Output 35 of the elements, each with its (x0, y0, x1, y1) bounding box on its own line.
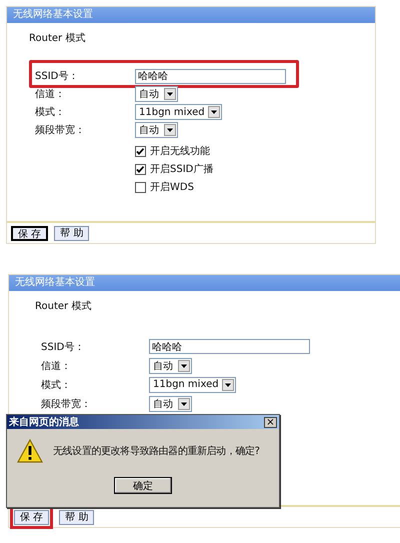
checkbox[interactable] (135, 182, 146, 192)
ssid-field[interactable]: 哈哈哈 (149, 339, 310, 354)
ok-button[interactable]: 确定 (114, 477, 172, 494)
form-button[interactable]: 帮 助 (54, 226, 90, 240)
close-button[interactable]: × (264, 416, 277, 428)
dropdown[interactable]: 自动 (135, 86, 178, 102)
panel-title: 无线网络基本设置 (13, 9, 93, 20)
panel-title: 无线网络基本设置 (15, 277, 95, 288)
warning-icon (17, 439, 43, 463)
dropdown[interactable]: 自动 (149, 396, 192, 412)
dropdown[interactable]: 11bgn mixed (149, 376, 236, 392)
checkbox-label: 开启无线功能 (150, 144, 210, 158)
field-label: 模式： (34, 106, 66, 119)
field-label: 频段带宽： (34, 124, 86, 137)
form-button[interactable]: 帮 助 (59, 510, 94, 524)
dropdown[interactable]: 11bgn mixed (135, 104, 222, 120)
form-button[interactable]: 保 存 (14, 510, 50, 524)
checkbox-label: 开启SSID广播 (150, 162, 214, 176)
dialog-message: 无线设置的更改将导致路由器的重新启动，确定? (53, 444, 260, 458)
field-label: 频段带宽： (40, 398, 92, 410)
field-label: 模式： (40, 378, 72, 392)
dialog-title: 来自网页的消息 (9, 416, 79, 429)
field-label: 信道： (40, 360, 72, 372)
dropdown[interactable]: 自动 (149, 358, 192, 374)
field-label: 信道： (34, 88, 66, 101)
checkbox-label: 开启WDS (150, 180, 194, 194)
field-label: SSID号： (40, 340, 86, 354)
checkbox[interactable] (135, 164, 146, 174)
form-button[interactable]: 保 存 (11, 226, 48, 240)
mode-label: Router 模式 (35, 300, 92, 313)
checkbox[interactable] (135, 146, 146, 156)
ssid-field[interactable]: 哈哈哈 (135, 68, 286, 84)
field-label: SSID号： (34, 70, 80, 83)
dropdown[interactable]: 自动 (135, 122, 178, 138)
mode-label: Router 模式 (29, 32, 86, 45)
